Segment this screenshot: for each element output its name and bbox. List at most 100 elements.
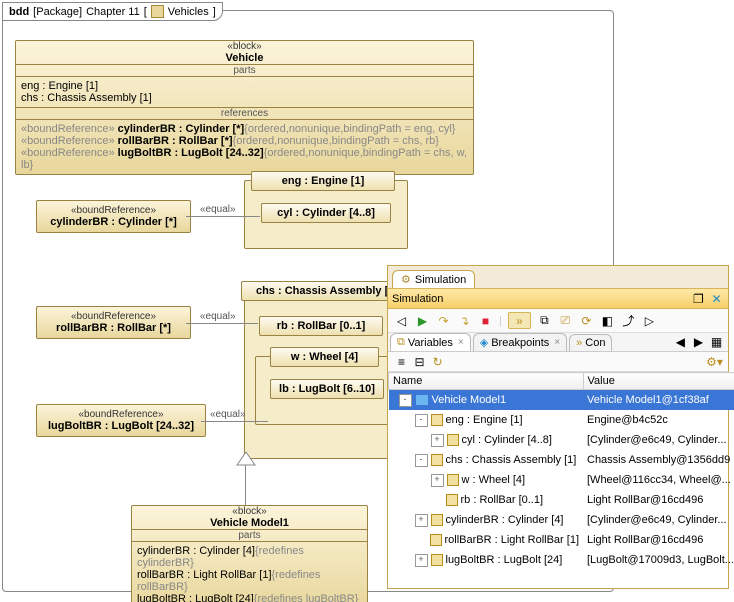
- expand-icon[interactable]: +: [415, 514, 428, 527]
- console-icon: »: [576, 337, 582, 349]
- step-into-icon[interactable]: ↴: [457, 313, 472, 328]
- table-row[interactable]: rollBarBR : Light RollBar [1]Light RollB…: [389, 530, 734, 550]
- ref-line: «boundReference» cylinderBR : Cylinder […: [21, 123, 468, 135]
- tab-console[interactable]: » Con: [569, 334, 612, 351]
- tool-icon[interactable]: ⎚: [558, 313, 573, 328]
- composite-w: w : Wheel [4] lb : LugBolt [6..10]: [255, 356, 401, 425]
- tool-icon[interactable]: ⊟: [412, 354, 427, 369]
- var-name: lugBoltBR : LugBolt [24]: [446, 554, 563, 566]
- scroll-left-icon[interactable]: ◀: [673, 335, 688, 350]
- gear-icon[interactable]: ⚙▾: [707, 354, 722, 369]
- expand-icon[interactable]: +: [431, 474, 444, 487]
- expand-icon[interactable]: -: [415, 414, 428, 427]
- refresh-icon[interactable]: ↻: [430, 354, 445, 369]
- table-row[interactable]: -Vehicle Model1Vehicle Model1@1cf38af: [389, 390, 734, 411]
- table-row[interactable]: +w : Wheel [4][Wheel@116cc34, Wheel@...: [389, 470, 734, 490]
- step-over-icon[interactable]: ↷: [436, 313, 451, 328]
- table-row[interactable]: - eng : Engine [1] Engine@b4c52c: [389, 410, 734, 430]
- property-icon: [430, 534, 442, 546]
- var-value: Light RollBar@16cd496: [583, 490, 734, 510]
- parts-section: eng : Engine [1] chs : Chassis Assembly …: [16, 76, 473, 107]
- tab-list-icon[interactable]: ▦: [709, 335, 724, 350]
- play-icon[interactable]: ▶: [415, 313, 430, 328]
- var-value: [Cylinder@e6c49, Cylinder...: [583, 430, 734, 450]
- bound-ref-lb[interactable]: «boundReference» lugBoltBR : LugBolt [24…: [36, 404, 206, 437]
- var-name: eng : Engine [1]: [446, 414, 523, 426]
- tab-variables[interactable]: ⧉ Variables ×: [390, 333, 471, 351]
- part-cyl[interactable]: cyl : Cylinder [4..8]: [261, 203, 391, 223]
- equal-label: «equal»: [210, 409, 246, 420]
- var-name: cyl : Cylinder [4..8]: [462, 434, 552, 446]
- part-lb[interactable]: lb : LugBolt [6..10]: [270, 379, 384, 399]
- part-line: eng : Engine [1]: [21, 80, 468, 92]
- col-name[interactable]: Name: [389, 373, 584, 390]
- property-icon: [446, 494, 458, 506]
- part-eng[interactable]: eng : Engine [1]: [251, 171, 395, 191]
- var-value: Engine@b4c52c: [583, 410, 734, 430]
- bound-ref-rb[interactable]: «boundReference» rollBarBR : RollBar [*]: [36, 306, 191, 339]
- property-icon: [431, 554, 443, 566]
- redef-line: rollBarBR : Light RollBar [1]{redefines …: [137, 569, 362, 593]
- table-row[interactable]: +cylinderBR : Cylinder [4][Cylinder@e6c4…: [389, 510, 734, 530]
- property-icon: [431, 454, 443, 466]
- simulation-panel[interactable]: ⚙ Simulation Simulation ❐ ✕ ◁ ▶ ↷ ↴ ■ | …: [387, 265, 729, 589]
- property-icon: [431, 514, 443, 526]
- link-icon[interactable]: ⟳: [579, 313, 594, 328]
- close-tab-icon[interactable]: ×: [458, 337, 464, 348]
- var-value: Vehicle Model1@1cf38af: [583, 390, 734, 411]
- col-value[interactable]: Value: [583, 373, 734, 390]
- var-value: Light RollBar@16cd496: [583, 530, 734, 550]
- close-icon[interactable]: ✕: [709, 291, 724, 306]
- var-name: w : Wheel [4]: [462, 474, 526, 486]
- variables-table[interactable]: Name Value -Vehicle Model1Vehicle Model1…: [388, 372, 734, 570]
- property-icon: [447, 474, 459, 486]
- close-tab-icon[interactable]: ×: [554, 337, 560, 348]
- table-row[interactable]: -chs : Chassis Assembly [1]Chassis Assem…: [389, 450, 734, 470]
- stop-icon[interactable]: ■: [478, 313, 493, 328]
- equal-label: «equal»: [200, 204, 236, 215]
- tool-icon[interactable]: ◧: [600, 313, 615, 328]
- canvas: bdd [Package] Chapter 11 [ Vehicles] «bl…: [0, 0, 734, 602]
- var-value: [LugBolt@17009d3, LugBolt...: [583, 550, 734, 570]
- stereotype: «block»: [16, 41, 473, 52]
- table-row[interactable]: rb : RollBar [0..1] Light RollBar@16cd496: [389, 490, 734, 510]
- expand-icon[interactable]: -: [415, 454, 428, 467]
- redef-line: cylinderBR : Cylinder [4]{redefines cyli…: [137, 545, 362, 569]
- tool-icon[interactable]: ⧉: [537, 313, 552, 328]
- block-title: Vehicle: [16, 52, 473, 64]
- table-row[interactable]: + cyl : Cylinder [4..8] [Cylinder@e6c49, C…: [389, 430, 734, 450]
- expand-icon[interactable]: +: [415, 554, 428, 567]
- refs-section: «boundReference» cylinderBR : Cylinder […: [16, 119, 473, 174]
- section-title-refs: references: [16, 107, 473, 119]
- gear-icon: ⚙: [401, 273, 411, 286]
- maximize-icon[interactable]: ❐: [691, 291, 706, 306]
- diagram-scope: [Package]: [33, 6, 82, 18]
- tab-breakpoints[interactable]: ◈ Breakpoints ×: [473, 333, 567, 351]
- inner-tabs: ⧉ Variables × ◈ Breakpoints × » Con ◀ ▶ …: [388, 333, 728, 352]
- scroll-right-icon[interactable]: ▶: [691, 335, 706, 350]
- part-rb[interactable]: rb : RollBar [0..1]: [259, 316, 383, 336]
- export-icon[interactable]: ⤴: [621, 313, 636, 328]
- redef-line: lugBoltBR : LugBolt [24]{redefines lugBo…: [137, 593, 362, 602]
- prev-icon[interactable]: ◁: [394, 313, 409, 328]
- composite-eng: eng : Engine [1] cyl : Cylinder [4..8]: [244, 180, 408, 249]
- table-row[interactable]: + lugBoltBR : LugBolt [24] [LugBolt@17009d…: [389, 550, 734, 570]
- var-name: chs : Chassis Assembly [1]: [446, 454, 577, 466]
- var-value: [Cylinder@e6c49, Cylinder...: [583, 510, 734, 530]
- tool-icon[interactable]: ≡: [394, 354, 409, 369]
- diagram-type: bdd: [9, 6, 29, 18]
- vars-icon: ⧉: [397, 336, 405, 349]
- var-name: rb : RollBar [0..1]: [461, 494, 544, 506]
- block-vehicle-model1[interactable]: «block» Vehicle Model1 parts cylinderBR …: [131, 505, 368, 602]
- tab-simulation[interactable]: ⚙ Simulation: [392, 270, 475, 288]
- diagram-subject: Vehicles: [168, 6, 209, 18]
- diagram-header: bdd [Package] Chapter 11 [ Vehicles]: [2, 2, 223, 21]
- run-toolbar: ◁ ▶ ↷ ↴ ■ | » ⧉ ⎚ ⟳ ◧ ⤴ ▷: [388, 309, 728, 333]
- expand-icon[interactable]: -: [399, 394, 412, 407]
- block-vehicle[interactable]: «block» Vehicle parts eng : Engine [1] c…: [15, 40, 474, 175]
- next-icon[interactable]: ▷: [642, 313, 657, 328]
- expand-icon[interactable]: +: [431, 434, 444, 447]
- anim-run-icon[interactable]: »: [508, 312, 531, 329]
- part-w[interactable]: w : Wheel [4]: [270, 347, 379, 367]
- bound-ref-cyl[interactable]: «boundReference» cylinderBR : Cylinder […: [36, 200, 191, 233]
